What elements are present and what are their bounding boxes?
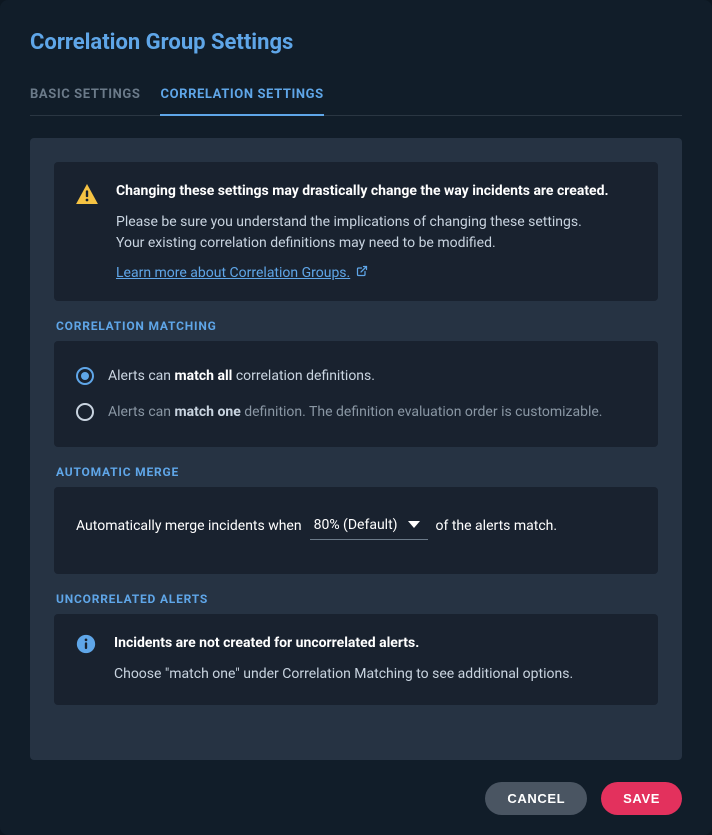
radio-match-one[interactable]: Alerts can match one definition. The def…: [76, 397, 636, 427]
warning-line2: Your existing correlation definitions ma…: [116, 235, 496, 251]
warning-card: Changing these settings may drastically …: [54, 162, 658, 301]
automatic-merge-card: Automatically merge incidents when 80% (…: [54, 487, 658, 574]
learn-more-link[interactable]: Learn more about Correlation Groups.: [116, 265, 368, 281]
tab-bar: BASIC SETTINGS CORRELATION SETTINGS: [30, 87, 682, 116]
warning-icon: [76, 184, 98, 204]
radio-icon: [76, 403, 94, 421]
merge-threshold-value: 80% (Default): [314, 517, 398, 533]
tab-correlation-settings[interactable]: CORRELATION SETTINGS: [160, 87, 323, 116]
merge-threshold-select[interactable]: 80% (Default): [310, 513, 428, 540]
external-link-icon: [356, 265, 368, 281]
uncorrelated-body: Incidents are not created for uncorrelat…: [114, 634, 573, 685]
uncorrelated-heading: Incidents are not created for uncorrelat…: [114, 634, 573, 654]
radio-match-one-label: Alerts can match one definition. The def…: [108, 404, 603, 420]
correlation-matching-card: Alerts can match all correlation definit…: [54, 341, 658, 447]
settings-modal: Correlation Group Settings BASIC SETTING…: [0, 0, 712, 835]
info-icon: [76, 634, 96, 654]
radio-match-all[interactable]: Alerts can match all correlation definit…: [76, 361, 636, 391]
cancel-button[interactable]: CANCEL: [485, 782, 587, 815]
section-correlation-matching-label: CORRELATION MATCHING: [56, 319, 658, 333]
merge-pre-text: Automatically merge incidents when: [76, 518, 302, 534]
section-uncorrelated-alerts-label: UNCORRELATED ALERTS: [56, 592, 658, 606]
chevron-down-icon: [408, 521, 420, 528]
tab-basic-settings[interactable]: BASIC SETTINGS: [30, 87, 140, 116]
radio-match-all-label: Alerts can match all correlation definit…: [108, 368, 375, 384]
uncorrelated-alerts-card: Incidents are not created for uncorrelat…: [54, 614, 658, 705]
modal-title: Correlation Group Settings: [30, 30, 682, 55]
uncorrelated-desc: Choose "match one" under Correlation Mat…: [114, 664, 573, 686]
radio-icon: [76, 367, 94, 385]
merge-text-row: Automatically merge incidents when 80% (…: [76, 507, 636, 554]
warning-desc: Please be sure you understand the implic…: [116, 212, 609, 255]
learn-more-label: Learn more about Correlation Groups.: [116, 265, 350, 281]
warning-body: Changing these settings may drastically …: [116, 182, 609, 281]
warning-line1: Please be sure you understand the implic…: [116, 214, 582, 230]
settings-panel: Changing these settings may drastically …: [30, 138, 682, 760]
modal-footer: CANCEL SAVE: [30, 760, 682, 815]
warning-heading: Changing these settings may drastically …: [116, 182, 609, 202]
merge-post-text: of the alerts match.: [436, 518, 558, 534]
section-automatic-merge-label: AUTOMATIC MERGE: [56, 465, 658, 479]
save-button[interactable]: SAVE: [601, 782, 682, 815]
